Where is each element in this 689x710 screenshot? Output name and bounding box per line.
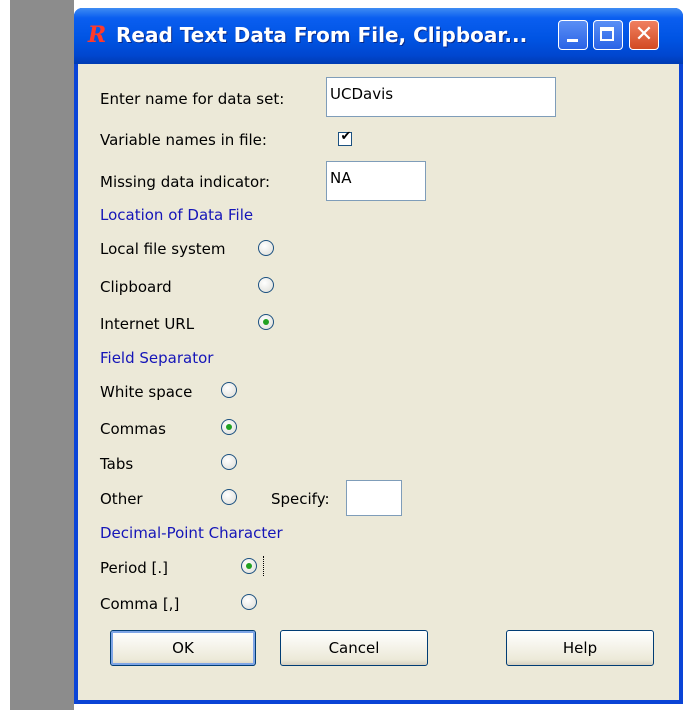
minimize-icon bbox=[567, 39, 578, 42]
close-icon: ✕ bbox=[634, 22, 654, 47]
option-white-space-label: White space bbox=[100, 383, 193, 401]
desktop-background bbox=[10, 0, 74, 710]
option-other-label: Other bbox=[100, 490, 143, 508]
dialog-client-area: Enter name for data set: UCDavis Variabl… bbox=[78, 64, 679, 700]
help-button[interactable]: Help bbox=[506, 630, 654, 666]
checkmark-icon: ✔ bbox=[340, 129, 352, 144]
radio-selected-dot bbox=[263, 319, 269, 325]
radio-selected-dot bbox=[246, 563, 252, 569]
dataset-name-label: Enter name for data set: bbox=[100, 90, 285, 108]
radio-internet-url[interactable] bbox=[258, 314, 274, 330]
radio-commas[interactable] bbox=[221, 419, 237, 435]
radio-period[interactable] bbox=[241, 558, 257, 574]
variable-names-checkbox[interactable]: ✔ bbox=[338, 129, 352, 146]
missing-data-input[interactable]: NA bbox=[326, 161, 426, 201]
focus-indicator bbox=[263, 556, 266, 576]
specify-input[interactable] bbox=[346, 480, 402, 516]
variable-names-label: Variable names in file: bbox=[100, 131, 267, 149]
decimal-point-heading: Decimal-Point Character bbox=[100, 524, 283, 542]
option-local-file-label: Local file system bbox=[100, 240, 226, 258]
dataset-name-input[interactable]: UCDavis bbox=[326, 77, 556, 117]
option-clipboard-label: Clipboard bbox=[100, 278, 172, 296]
radio-clipboard[interactable] bbox=[258, 277, 274, 293]
maximize-icon bbox=[600, 27, 614, 41]
close-button[interactable]: ✕ bbox=[629, 20, 659, 50]
radio-tabs[interactable] bbox=[221, 454, 237, 470]
option-period-label: Period [.] bbox=[100, 559, 169, 577]
window-title: Read Text Data From File, Clipboar... bbox=[116, 23, 528, 47]
option-commas-label: Commas bbox=[100, 420, 166, 438]
minimize-button[interactable] bbox=[558, 20, 588, 50]
option-internet-url-label: Internet URL bbox=[100, 315, 195, 333]
location-heading: Location of Data File bbox=[100, 206, 254, 224]
background-left bbox=[0, 0, 10, 710]
cancel-button[interactable]: Cancel bbox=[280, 630, 428, 666]
radio-other[interactable] bbox=[221, 489, 237, 505]
radio-white-space[interactable] bbox=[221, 382, 237, 398]
r-app-icon: R bbox=[87, 22, 107, 48]
radio-selected-dot bbox=[226, 424, 232, 430]
missing-data-label: Missing data indicator: bbox=[100, 173, 271, 191]
option-comma-label: Comma [,] bbox=[100, 595, 180, 613]
ok-button[interactable]: OK bbox=[110, 630, 256, 666]
option-tabs-label: Tabs bbox=[100, 455, 134, 473]
dialog-window: R Read Text Data From File, Clipboar... … bbox=[74, 8, 683, 704]
maximize-button[interactable] bbox=[593, 20, 623, 50]
title-bar[interactable]: R Read Text Data From File, Clipboar... … bbox=[74, 8, 683, 64]
radio-comma[interactable] bbox=[241, 594, 257, 610]
field-separator-heading: Field Separator bbox=[100, 349, 214, 367]
radio-local-file[interactable] bbox=[258, 240, 274, 256]
specify-label: Specify: bbox=[271, 490, 330, 508]
